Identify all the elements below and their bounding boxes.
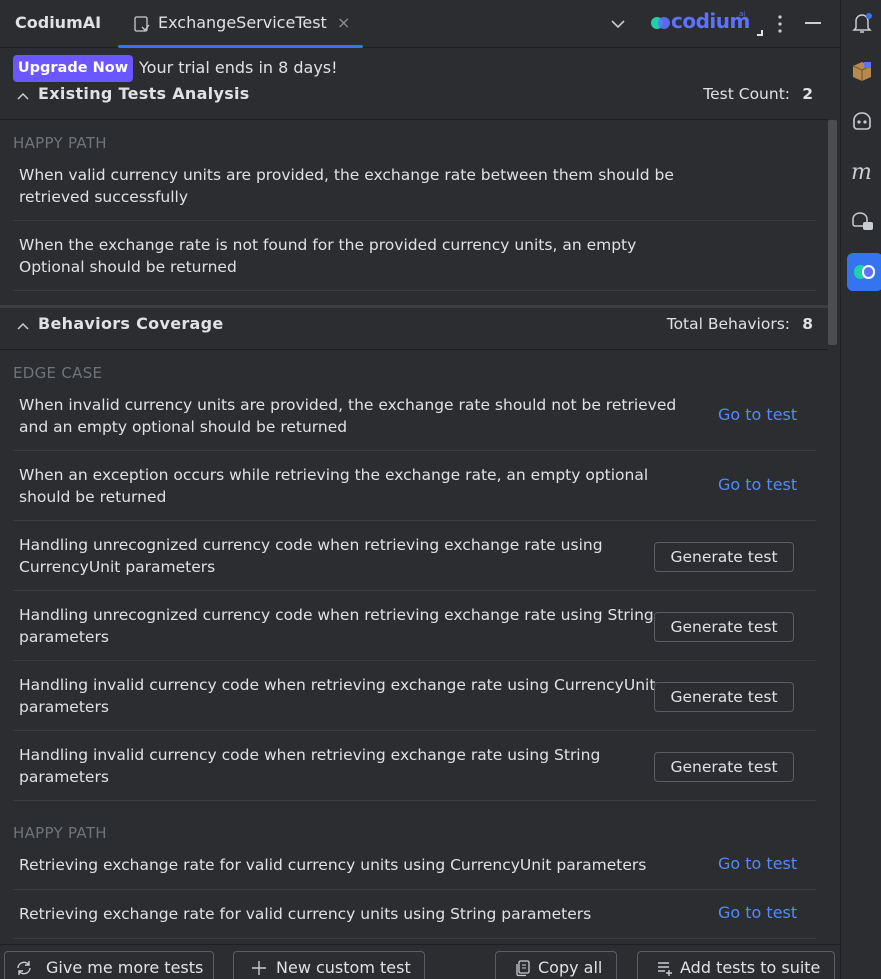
logo-sup: ai bbox=[739, 10, 746, 18]
scrollbar-thumb[interactable] bbox=[828, 120, 837, 345]
divider bbox=[0, 349, 828, 350]
chat-icon[interactable] bbox=[849, 208, 875, 234]
section-title: Existing Tests Analysis bbox=[38, 84, 250, 103]
m-plugin-icon[interactable]: m bbox=[849, 158, 875, 184]
chevron-up-icon[interactable] bbox=[16, 319, 30, 333]
category-label: HAPPY PATH bbox=[13, 134, 107, 152]
behavior-item: Handling unrecognized currency code when… bbox=[13, 534, 816, 591]
ai-assistant-icon[interactable] bbox=[849, 108, 875, 134]
test-count-label: Test Count: bbox=[703, 85, 790, 103]
behavior-description: When invalid currency units are provided… bbox=[19, 396, 677, 436]
copy-icon bbox=[516, 960, 530, 977]
behavior-description: Retrieving exchange rate for valid curre… bbox=[19, 856, 647, 874]
list-item: When the exchange rate is not found for … bbox=[13, 234, 816, 291]
add-list-icon bbox=[658, 962, 672, 976]
test-description: When the exchange rate is not found for … bbox=[19, 236, 637, 276]
test-description: When valid currency units are provided, … bbox=[19, 166, 674, 206]
behavior-item: Handling invalid currency code when retr… bbox=[13, 674, 816, 731]
category-label: HAPPY PATH bbox=[13, 824, 107, 842]
codium-logo-mark-icon bbox=[651, 17, 670, 29]
behavior-description: Handling invalid currency code when retr… bbox=[19, 746, 601, 786]
generate-test-button[interactable]: Generate test bbox=[654, 682, 794, 712]
chevron-down-icon[interactable] bbox=[608, 14, 628, 34]
go-to-test-link[interactable]: Go to test bbox=[718, 903, 797, 922]
test-file-icon bbox=[134, 16, 150, 32]
generate-test-button[interactable]: Generate test bbox=[654, 612, 794, 642]
total-behaviors-value: 8 bbox=[802, 315, 813, 333]
codium-icon bbox=[854, 265, 875, 279]
give-more-tests-button[interactable]: Give me more tests bbox=[4, 951, 214, 979]
new-custom-test-button[interactable]: New custom test bbox=[233, 951, 425, 979]
list-item: When valid currency units are provided, … bbox=[13, 164, 816, 221]
existing-tests-header[interactable]: Existing Tests Analysis Test Count: 2 bbox=[0, 82, 828, 112]
behavior-description: Handling invalid currency code when retr… bbox=[19, 676, 656, 716]
button-label: Copy all bbox=[538, 958, 603, 977]
behavior-item: Retrieving exchange rate for valid curre… bbox=[13, 854, 816, 890]
trial-message: Your trial ends in 8 days! bbox=[139, 58, 338, 77]
app-title: CodiumAI bbox=[15, 13, 102, 32]
codium-tool-button[interactable] bbox=[847, 253, 881, 291]
behavior-description: Handling unrecognized currency code when… bbox=[19, 536, 603, 576]
close-icon[interactable]: × bbox=[337, 13, 350, 32]
add-tests-to-suite-button[interactable]: Add tests to suite bbox=[637, 951, 835, 979]
svg-text:m: m bbox=[851, 160, 872, 184]
package-icon[interactable] bbox=[849, 58, 875, 84]
panel-header: CodiumAI ExchangeServiceTest × codium ai bbox=[0, 0, 840, 48]
behavior-item: When invalid currency units are provided… bbox=[13, 394, 816, 451]
generate-test-button[interactable]: Generate test bbox=[654, 752, 794, 782]
more-options-icon[interactable] bbox=[771, 12, 789, 36]
plus-icon bbox=[252, 961, 266, 975]
category-label: EDGE CASE bbox=[13, 364, 103, 382]
behavior-description: Handling unrecognized currency code when… bbox=[19, 606, 654, 646]
behavior-item: Retrieving exchange rate for valid curre… bbox=[13, 903, 816, 939]
button-label: New custom test bbox=[276, 958, 411, 977]
notifications-icon[interactable] bbox=[849, 10, 875, 36]
behaviors-coverage-header[interactable]: Behaviors Coverage Total Behaviors: 8 bbox=[0, 312, 828, 342]
button-label: Add tests to suite bbox=[680, 958, 821, 977]
go-to-test-link[interactable]: Go to test bbox=[718, 405, 797, 424]
bottom-action-bar: Give me more tests New custom test Copy … bbox=[0, 944, 840, 979]
total-behaviors-label: Total Behaviors: bbox=[666, 315, 790, 333]
test-count-value: 2 bbox=[802, 85, 813, 103]
behavior-item: Handling unrecognized currency code when… bbox=[13, 604, 816, 661]
resize-corner-icon bbox=[757, 30, 763, 36]
tab-active-indicator bbox=[118, 45, 363, 48]
upgrade-now-button[interactable]: Upgrade Now bbox=[13, 55, 133, 82]
go-to-test-link[interactable]: Go to test bbox=[718, 475, 797, 494]
minimize-icon[interactable] bbox=[805, 22, 821, 24]
button-label: Give me more tests bbox=[46, 958, 204, 977]
behavior-description: When an exception occurs while retrievin… bbox=[19, 466, 649, 506]
refresh-icon bbox=[17, 961, 31, 975]
right-tool-window-bar: m bbox=[840, 0, 881, 979]
behavior-item: Handling invalid currency code when retr… bbox=[13, 744, 816, 801]
go-to-test-link[interactable]: Go to test bbox=[718, 854, 797, 873]
tab-label: ExchangeServiceTest bbox=[158, 13, 327, 32]
chevron-up-icon[interactable] bbox=[16, 89, 30, 103]
generate-test-button[interactable]: Generate test bbox=[654, 542, 794, 572]
copy-all-button[interactable]: Copy all bbox=[495, 951, 617, 979]
section-separator bbox=[0, 305, 828, 308]
behavior-description: Retrieving exchange rate for valid curre… bbox=[19, 905, 592, 923]
behavior-item: When an exception occurs while retrievin… bbox=[13, 464, 816, 521]
divider bbox=[0, 119, 828, 120]
section-title: Behaviors Coverage bbox=[38, 314, 224, 333]
tab-exchange-service-test[interactable]: ExchangeServiceTest × bbox=[118, 0, 363, 48]
